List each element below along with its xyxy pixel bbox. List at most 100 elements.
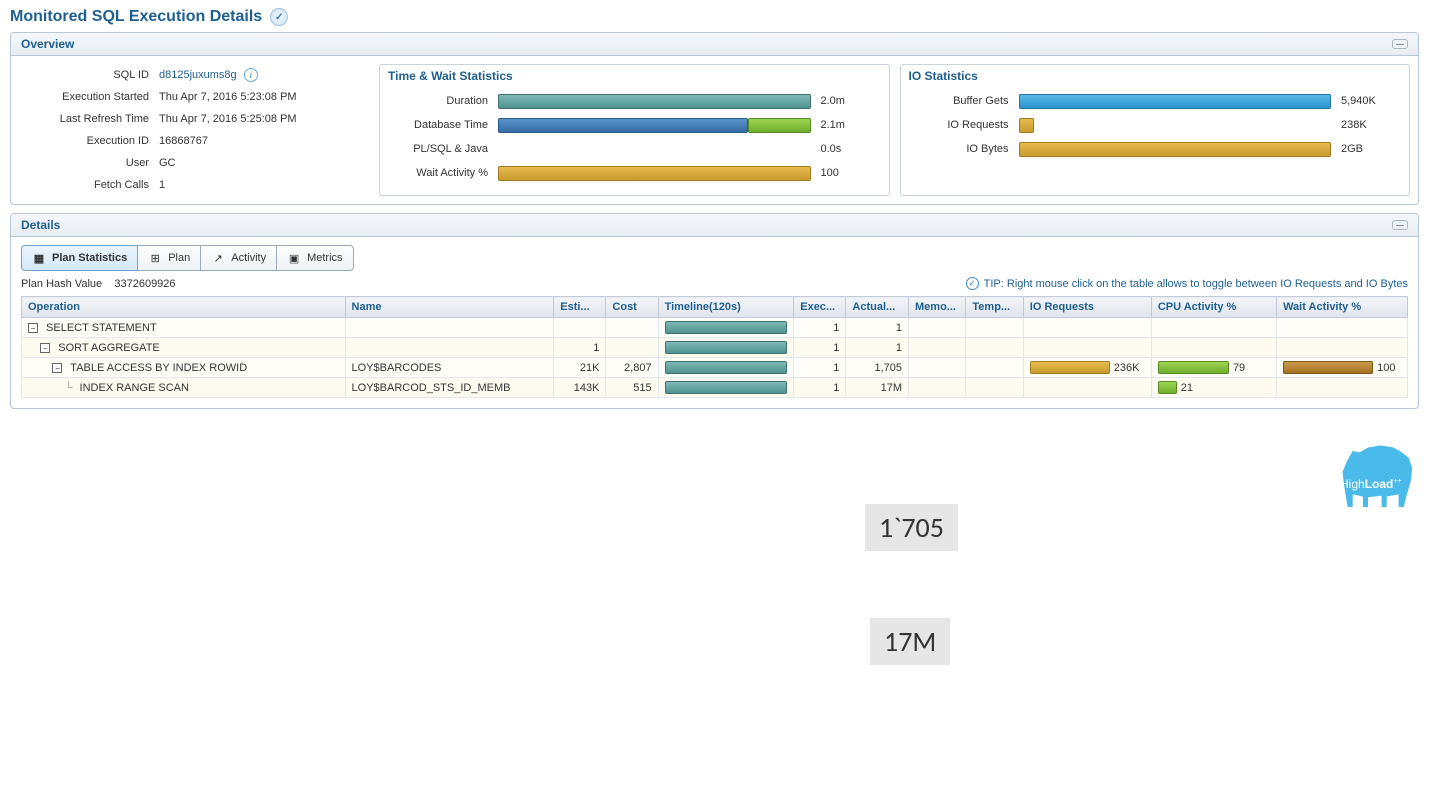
timeline-cell [658, 378, 794, 398]
bar-track [1019, 94, 1332, 109]
column-header[interactable]: Timeline(120s) [658, 297, 794, 318]
exec-cell: 1 [794, 338, 846, 358]
temp-cell [966, 358, 1023, 378]
column-header[interactable]: Esti... [554, 297, 606, 318]
wait-cell [1277, 318, 1408, 338]
actual-cell: 17M [846, 378, 909, 398]
name-cell [345, 318, 554, 338]
cost-cell: 515 [606, 378, 658, 398]
wait-cell [1277, 338, 1408, 358]
annotation-actual-rows-index: 17M [870, 618, 950, 665]
io-stats-header: IO Statistics [901, 65, 1410, 87]
overview-kv-block: SQL ID d8125juxums8g i Execution Started… [19, 64, 369, 196]
io-requests-cell [1023, 338, 1151, 358]
kv-label: SQL ID [19, 64, 149, 86]
cost-cell [606, 318, 658, 338]
column-header[interactable]: Wait Activity % [1277, 297, 1408, 318]
bar-label: PL/SQL & Java [388, 143, 488, 155]
cost-cell [606, 338, 658, 358]
time-wait-panel: Time & Wait Statistics Duration 2.0m Datab… [379, 64, 890, 196]
io-requests-cell [1023, 378, 1151, 398]
details-panel: Details — ▦Plan Statistics⊞Plan↗Activity… [10, 213, 1419, 409]
operation-text: SORT AGGREGATE [55, 342, 160, 354]
column-header[interactable]: IO Requests [1023, 297, 1151, 318]
kv-value: Thu Apr 7, 2016 5:25:08 PM [159, 108, 297, 130]
cpu-cell: 21 [1151, 378, 1276, 398]
operation-cell: └ INDEX RANGE SCAN [22, 378, 346, 398]
bar-row: Wait Activity %100 [388, 161, 881, 185]
tree-toggle-icon[interactable]: − [52, 363, 62, 373]
plan-table[interactable]: OperationNameEsti...CostTimeline(120s)Ex… [21, 296, 1408, 398]
bar-value: 0.0s [821, 143, 881, 155]
tab-activity[interactable]: ↗Activity [201, 245, 277, 271]
est-cell: 143K [554, 378, 606, 398]
io-requests-cell [1023, 318, 1151, 338]
plan-table-header-row: OperationNameEsti...CostTimeline(120s)Ex… [22, 297, 1408, 318]
plan-hash-value: 3372609926 [114, 278, 175, 290]
bar-value: 100 [821, 167, 881, 179]
column-header[interactable]: Name [345, 297, 554, 318]
memo-cell [909, 378, 966, 398]
column-header[interactable]: Exec... [794, 297, 846, 318]
collapse-icon[interactable]: — [1392, 39, 1408, 49]
bar-label: Buffer Gets [909, 95, 1009, 107]
bar-track [498, 118, 811, 133]
tab-icon: ↗ [211, 251, 225, 265]
overview-header: Overview — [11, 33, 1418, 56]
memo-cell [909, 318, 966, 338]
table-row[interactable]: − SELECT STATEMENT11 [22, 318, 1408, 338]
info-icon[interactable]: i [244, 68, 258, 82]
column-header[interactable]: Cost [606, 297, 658, 318]
bar-value: 2.0m [821, 95, 881, 107]
kv-user: User GC [19, 152, 369, 174]
time-wait-body: Duration 2.0m Database Time2.1m PL/SQL & Ja… [380, 87, 889, 193]
column-header[interactable]: Actual... [846, 297, 909, 318]
tab-label: Metrics [307, 252, 342, 264]
wait-cell: 100 [1277, 358, 1408, 378]
operation-text: INDEX RANGE SCAN [76, 382, 188, 394]
table-row[interactable]: − TABLE ACCESS BY INDEX ROWIDLOY$BARCODE… [22, 358, 1408, 378]
check-icon: ✓ [966, 277, 979, 290]
bar-value: 2.1m [821, 119, 881, 131]
actual-cell: 1 [846, 318, 909, 338]
highload-logo: HighLoad++ [1334, 437, 1419, 507]
bar-track [498, 94, 811, 109]
details-header: Details — [11, 214, 1418, 237]
collapse-icon[interactable]: — [1392, 220, 1408, 230]
timeline-cell [658, 318, 794, 338]
column-header[interactable]: Operation [22, 297, 346, 318]
bear-icon: HighLoad++ [1334, 437, 1419, 507]
kv-last-refresh: Last Refresh Time Thu Apr 7, 2016 5:25:0… [19, 108, 369, 130]
est-cell [554, 318, 606, 338]
timeline-cell [658, 358, 794, 378]
tab-plan[interactable]: ⊞Plan [138, 245, 201, 271]
column-header[interactable]: CPU Activity % [1151, 297, 1276, 318]
bar-label: Duration [388, 95, 488, 107]
timeline-cell [658, 338, 794, 358]
bar-track [498, 142, 811, 157]
brand-prefix: High [1340, 477, 1365, 491]
table-row[interactable]: └ INDEX RANGE SCANLOY$BARCOD_STS_ID_MEMB… [22, 378, 1408, 398]
plan-hash: Plan Hash Value 3372609926 [21, 278, 176, 290]
kv-label: Fetch Calls [19, 174, 149, 196]
tab-plan-statistics[interactable]: ▦Plan Statistics [21, 245, 138, 271]
column-header[interactable]: Memo... [909, 297, 966, 318]
overview-panel: Overview — SQL ID d8125juxums8g i Execut… [10, 32, 1419, 205]
column-header[interactable]: Temp... [966, 297, 1023, 318]
tab-icon: ▣ [287, 251, 301, 265]
bar-track [1019, 142, 1332, 157]
sql-id-link[interactable]: d8125juxums8g i [159, 64, 258, 86]
io-requests-cell: 236K [1023, 358, 1151, 378]
memo-cell [909, 338, 966, 358]
kv-sql-id: SQL ID d8125juxums8g i [19, 64, 369, 86]
tree-toggle-icon[interactable]: − [40, 343, 50, 353]
table-row[interactable]: − SORT AGGREGATE111 [22, 338, 1408, 358]
details-header-text: Details [21, 218, 60, 232]
bar-row: Database Time2.1m [388, 113, 881, 137]
cpu-cell [1151, 318, 1276, 338]
name-cell [345, 338, 554, 358]
tree-toggle-icon[interactable]: − [28, 323, 38, 333]
refresh-icon[interactable]: ✓ [270, 8, 288, 26]
time-wait-header: Time & Wait Statistics [380, 65, 889, 87]
tab-metrics[interactable]: ▣ Metrics [277, 245, 353, 271]
